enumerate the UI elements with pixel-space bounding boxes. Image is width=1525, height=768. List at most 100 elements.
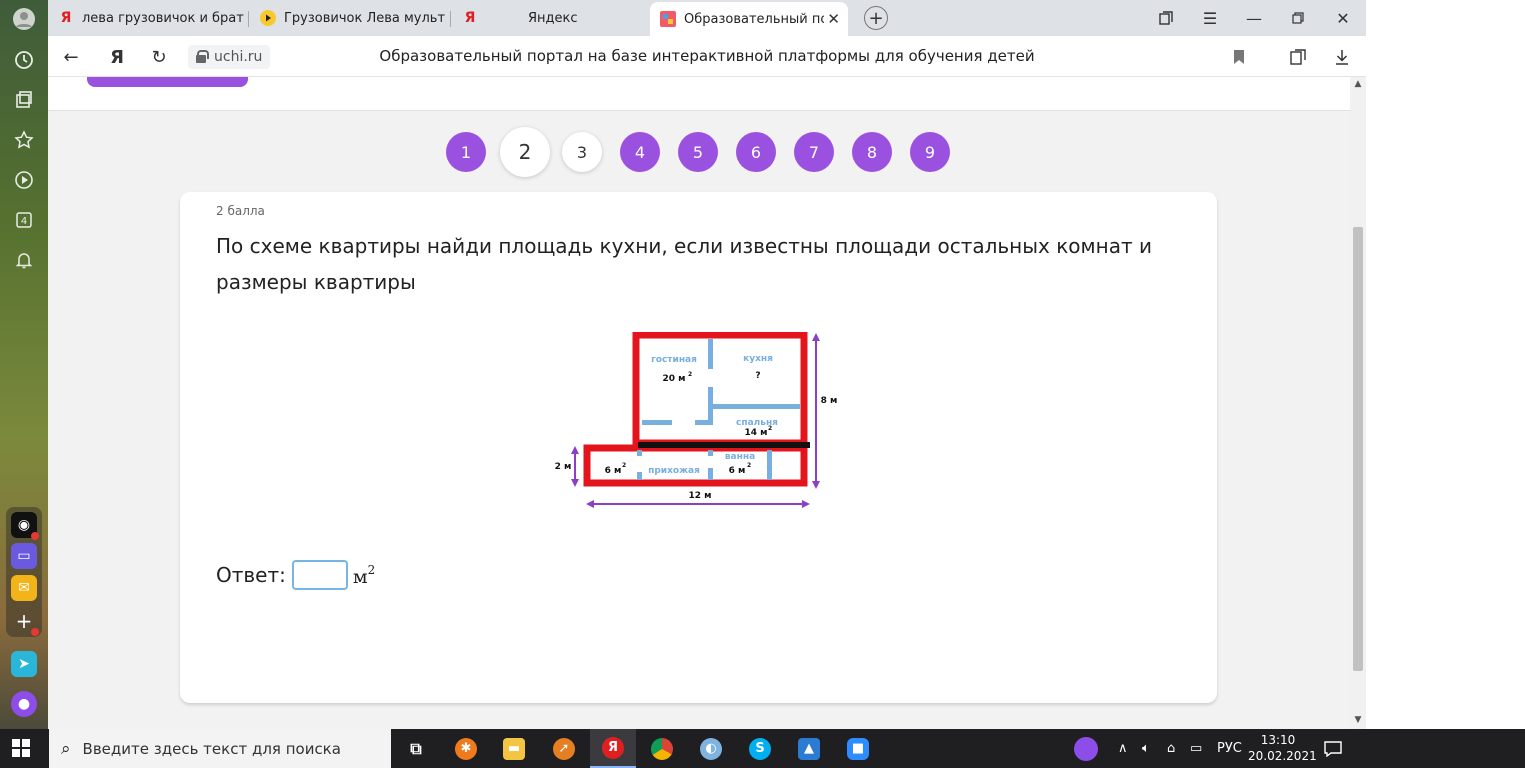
rocket-app-icon[interactable]: ➚ bbox=[541, 729, 587, 768]
profile-icon[interactable] bbox=[12, 7, 36, 31]
page-button-3[interactable]: 3 bbox=[562, 132, 602, 172]
taskbar-clock[interactable]: 13:10 20.02.2021 bbox=[1248, 732, 1317, 764]
back-icon[interactable]: ← bbox=[58, 44, 84, 70]
partition bbox=[767, 450, 772, 480]
scroll-up-icon[interactable]: ▲ bbox=[1353, 79, 1363, 89]
send-app-icon[interactable]: ➤ bbox=[11, 651, 37, 677]
video-icon[interactable] bbox=[12, 168, 36, 192]
partition bbox=[642, 420, 672, 425]
camera-app-icon[interactable]: ◉ bbox=[11, 512, 39, 540]
volume-icon[interactable]: 🔈︎ bbox=[1142, 729, 1150, 768]
dim-label-height: 8 м bbox=[821, 396, 838, 406]
page-button-7[interactable]: 7 bbox=[794, 132, 834, 172]
download-icon[interactable] bbox=[1329, 44, 1355, 70]
downloads-count-icon[interactable]: 4 bbox=[12, 208, 36, 232]
url-field[interactable]: uchi.ru bbox=[188, 45, 271, 69]
black-separator bbox=[638, 442, 810, 448]
task-points: 2 балла bbox=[216, 204, 265, 218]
yandex-icon: Я bbox=[60, 10, 72, 26]
windows-taskbar: ⌕ Введите здесь текст для поиска ⧉ ✱ ▬ ➚… bbox=[0, 729, 1525, 768]
reload-icon[interactable]: ↻ bbox=[146, 44, 172, 70]
skype-app-icon[interactable]: S bbox=[737, 729, 783, 768]
network-icon[interactable]: ⌂ bbox=[1167, 729, 1175, 768]
close-window-icon[interactable]: ✕ bbox=[1331, 6, 1355, 30]
new-tab-button[interactable]: + bbox=[864, 6, 888, 30]
answer-label: Ответ: bbox=[216, 563, 286, 587]
partition bbox=[708, 339, 713, 369]
tab-2[interactable]: Грузовичок Лева мультик bbox=[260, 4, 446, 32]
room-area-living: 20 м bbox=[662, 374, 685, 384]
dim-label-lower: 2 м bbox=[555, 462, 572, 472]
tab-4-active[interactable]: Образовательный порт ✕ bbox=[650, 2, 848, 36]
search-placeholder: Введите здесь текст для поиска bbox=[82, 739, 341, 758]
notifications-icon[interactable] bbox=[12, 248, 36, 272]
task-question: По схеме квартиры найди площадь кухни, е… bbox=[216, 234, 1152, 294]
protect-icon[interactable] bbox=[1285, 44, 1311, 70]
page-button-6[interactable]: 6 bbox=[736, 132, 776, 172]
tray-chevron-icon[interactable]: ∧ bbox=[1118, 729, 1128, 768]
tab-title: Образовательный порт bbox=[684, 11, 824, 27]
tab-strip: Я лева грузовичок и братик Грузовичок Ле… bbox=[48, 0, 1366, 36]
scroll-thumb[interactable] bbox=[1353, 227, 1363, 671]
partition bbox=[637, 472, 642, 480]
yandex-icon: Я bbox=[464, 10, 476, 26]
chrome-app-icon[interactable] bbox=[639, 729, 685, 768]
sup: 2 bbox=[688, 371, 692, 378]
explorer-app-icon[interactable]: ▬ bbox=[491, 729, 537, 768]
bookmark-icon[interactable] bbox=[1226, 44, 1252, 70]
room-name-living: гостиная bbox=[651, 355, 697, 365]
history-icon[interactable] bbox=[12, 48, 36, 72]
minimize-icon[interactable]: — bbox=[1242, 6, 1266, 30]
paint-app-icon[interactable]: ◐ bbox=[688, 729, 734, 768]
page-scrollbar[interactable]: ▲ ▼ bbox=[1350, 77, 1366, 729]
mail-app-icon[interactable]: ✉ bbox=[11, 575, 37, 601]
uchi-icon bbox=[660, 11, 676, 27]
menu-icon[interactable]: ☰ bbox=[1198, 6, 1222, 30]
upper-wall bbox=[632, 332, 808, 447]
alice-tray-icon[interactable] bbox=[1074, 729, 1098, 768]
scroll-down-icon[interactable]: ▼ bbox=[1353, 715, 1363, 725]
answer-row: Ответ: м2 bbox=[216, 560, 375, 590]
tab-title: Грузовичок Лева мультик bbox=[284, 10, 446, 26]
collections-icon[interactable] bbox=[12, 88, 36, 112]
site-header-strip bbox=[48, 77, 1350, 111]
restore-icon[interactable] bbox=[1286, 6, 1310, 30]
alice-assistant-icon[interactable]: ● bbox=[11, 691, 37, 717]
screen: 4 ◉ ▭ ✉ + ➤ ● Я лева грузовичок и братик… bbox=[0, 0, 1525, 768]
page-button-1[interactable]: 1 bbox=[446, 132, 486, 172]
taskbar-search[interactable]: ⌕ Введите здесь текст для поиска bbox=[49, 729, 391, 768]
play-icon bbox=[260, 10, 276, 26]
partition bbox=[708, 468, 713, 480]
page-button-8[interactable]: 8 bbox=[852, 132, 892, 172]
yandex-browser-app-icon[interactable]: Я bbox=[590, 729, 636, 768]
address-bar: ← Я ↻ uchi.ru Образовательный портал на … bbox=[48, 36, 1366, 77]
answer-input[interactable] bbox=[291, 560, 348, 590]
bookmarks-icon[interactable] bbox=[12, 128, 36, 152]
clock-date: 20.02.2021 bbox=[1248, 749, 1317, 763]
header-button-edge[interactable] bbox=[87, 77, 248, 87]
partition bbox=[708, 450, 713, 456]
task-view-icon[interactable]: ⧉ bbox=[393, 729, 439, 768]
language-indicator[interactable]: РУС bbox=[1217, 729, 1242, 768]
avast-app-icon[interactable]: ✱ bbox=[443, 729, 489, 768]
tab-3[interactable]: Я Яндекс bbox=[462, 4, 648, 32]
browser-sidebar: 4 ◉ ▭ ✉ + ➤ ● bbox=[0, 0, 48, 729]
photos-app-icon[interactable]: ▲ bbox=[786, 729, 832, 768]
windows-start-icon[interactable] bbox=[12, 739, 30, 757]
close-tab-icon[interactable]: ✕ bbox=[827, 10, 840, 28]
task-pager: 1 2 3 4 5 6 7 8 9 bbox=[446, 127, 968, 177]
page-button-5[interactable]: 5 bbox=[678, 132, 718, 172]
page-button-9[interactable]: 9 bbox=[910, 132, 950, 172]
tabs-manager-icon[interactable] bbox=[1154, 6, 1178, 30]
yandex-home-icon[interactable]: Я bbox=[104, 44, 130, 70]
tab-1[interactable]: Я лева грузовичок и братик bbox=[58, 4, 244, 32]
room-area-kitchen: ? bbox=[755, 371, 760, 381]
add-app-icon[interactable]: + bbox=[11, 608, 39, 636]
notifications-center-icon[interactable] bbox=[1324, 729, 1342, 768]
zoom-app-icon[interactable]: ■ bbox=[835, 729, 881, 768]
battery-icon[interactable]: ▭ bbox=[1190, 729, 1202, 768]
sup: 2 bbox=[622, 462, 626, 469]
page-button-4[interactable]: 4 bbox=[620, 132, 660, 172]
page-button-2-current[interactable]: 2 bbox=[500, 127, 550, 177]
messenger-app-icon[interactable]: ▭ bbox=[11, 543, 37, 569]
